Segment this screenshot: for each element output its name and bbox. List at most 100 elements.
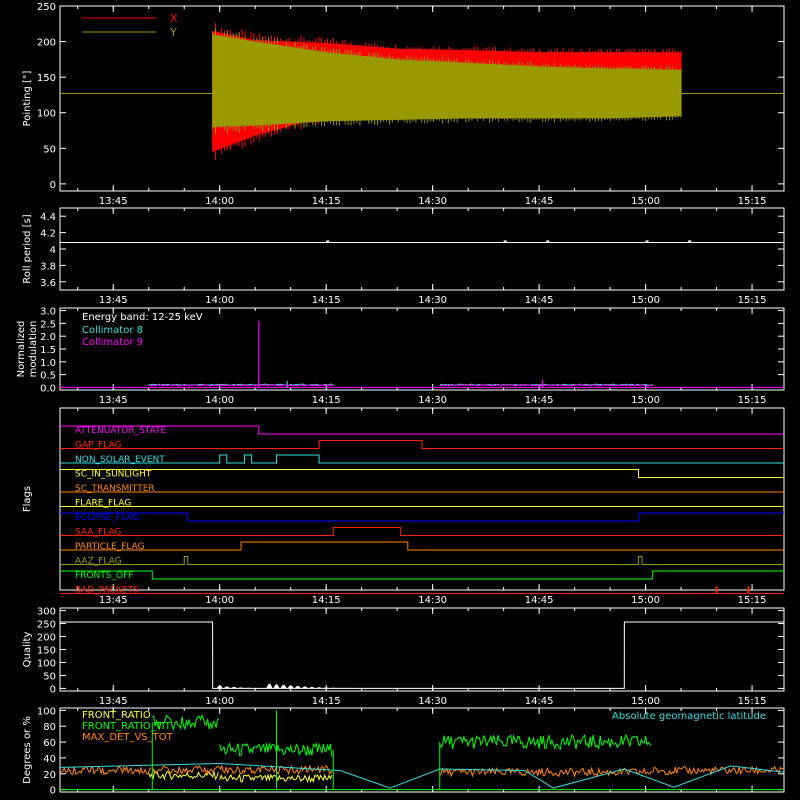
x-tick-label: 13:45 [99,196,128,207]
y-axis-label: Roll period [s] [22,214,33,283]
y-tick-label: 150 [37,646,56,657]
panel-roll-period: Roll period [s] [22,207,785,291]
y-tick-label: 80 [43,722,56,733]
y-tick-label: 100 [37,109,56,120]
panel-frame [59,407,785,591]
flag-trace-saa_flag [60,527,784,536]
x-tick-label: 15:00 [631,595,660,606]
roll-period-blip [688,240,692,243]
quality-bump [330,687,337,689]
legend-label-collimator: Collimator 8 [82,325,143,336]
y-tick-label: 0.5 [40,371,56,382]
flag-label: FRONTS_OFF [75,571,133,581]
x-tick-label: 13:45 [99,696,128,707]
quality-bump [245,687,252,689]
x-tick-label: 14:00 [205,395,234,406]
y-axis-label: Flags [22,486,33,512]
x-tick-label: 13:45 [99,295,128,306]
y-tick-label: 20 [43,770,56,781]
flag-trace-sc_in_sunlight [60,469,784,478]
quality-bump [238,687,244,689]
y-tick-label: 1.0 [40,358,56,369]
y-tick-label: 0 [50,180,56,191]
flag-label: SC_TRANSMITTER [75,484,155,494]
y-tick-label: 200 [37,38,56,49]
x-tick-label: 14:45 [525,595,554,606]
x-tick-label: 14:00 [205,196,234,207]
quality-bump [323,687,330,689]
legend-label-ratio: FRONT_RATIO_TIT [82,721,172,732]
legend-label-X: X [170,12,178,25]
x-tick-label: 15:00 [631,395,660,406]
series-front_ratio-trace [219,773,333,784]
y-axis-label: Quality [22,632,33,668]
x-tick-label: 14:15 [312,696,341,707]
legend-label-Y: Y [169,26,177,39]
legend-label-ratio: MAX_DET_VS_TOT [82,732,174,743]
y-tick-label: 3.0 [40,307,56,318]
flag-label: GAP_FLAG [75,441,121,451]
y-axis-label: Degrees or % [22,716,33,784]
quality-bump [230,686,237,689]
x-tick-label: 14:15 [312,395,341,406]
y-tick-label: 50 [43,671,56,682]
x-tick-label: 15:00 [631,696,660,707]
series-front_ratio-trace [148,770,219,781]
flag-trace-non_solar_event [60,454,784,464]
series-front_ratio_tit-trace [219,742,333,757]
x-tick-label: 14:15 [312,196,341,207]
y-tick-label: 60 [43,738,56,749]
y-axis-label: modulation [28,321,39,378]
x-tick-label: 14:15 [312,295,341,306]
flag-trace-gap_flag [60,440,784,449]
y-tick-label: 1.5 [40,345,56,356]
flag-label: NON_SOLAR_EVENT [75,455,165,465]
flag-label: ATTENUATOR_STATE [75,426,167,436]
y-tick-label: 200 [37,633,56,644]
roll-period-blip [503,240,507,243]
quality-trace [60,621,784,689]
x-tick-label: 15:15 [738,295,767,306]
x-tick-label: 15:00 [631,196,660,207]
x-tick-label: 14:00 [205,595,234,606]
x-tick-label: 14:45 [525,696,554,707]
flag-trace-eclipse_flag [60,512,784,522]
y-tick-label: 2.0 [40,332,56,343]
rhessi-quicklook-figure: Pointing ["] 13:45 14:00 14:15 14:30 14:45 15:… [16,2,785,797]
legend-label-collimator: Collimator 9 [82,337,143,348]
panel-frame [59,607,785,692]
flag-label: ECLIPSE_FLAG [75,513,139,523]
x-tick-label: 14:45 [525,295,554,306]
x-tick-label: 13:45 [99,395,128,406]
flag-trace-fronts_off [60,570,784,580]
quality-bump [308,686,315,689]
y-tick-label: 0.0 [40,383,56,394]
x-tick-label: 14:45 [525,395,554,406]
y-tick-label: 2.5 [40,319,56,330]
flag-label: SAA_FLAG [75,528,121,538]
flag-label: FLARE_FLAG [75,499,131,509]
y-tick-label: 150 [37,73,56,84]
x-tick-label: 14:30 [418,295,447,306]
y-tick-label: 4.4 [40,212,56,223]
x-tick-label: 15:15 [738,196,767,207]
panel-frame [59,207,785,291]
x-tick-label: 14:00 [205,295,234,306]
x-tick-label: 15:15 [738,595,767,606]
roll-period-blip [326,240,330,243]
x-tick-label: 14:00 [205,696,234,707]
y-axis-label: Normalized [16,321,27,378]
y-axis-label: Pointing ["] [22,70,33,126]
quality-bump [287,685,294,689]
flag-label: PARTICLE_FLAG [75,542,145,552]
y-tick-label: 300 [37,607,56,618]
energy-band-annotation: Energy band: 12-25 keV [82,312,203,323]
x-tick-label: 13:45 [99,595,128,606]
x-tick-label: 14:30 [418,395,447,406]
panel-quality: Quality [22,607,785,692]
y-tick-label: 50 [43,144,56,155]
y-tick-label: 0 [50,684,56,695]
x-tick-label: 14:30 [418,595,447,606]
quality-bump [316,687,323,689]
quality-bump [280,684,287,689]
